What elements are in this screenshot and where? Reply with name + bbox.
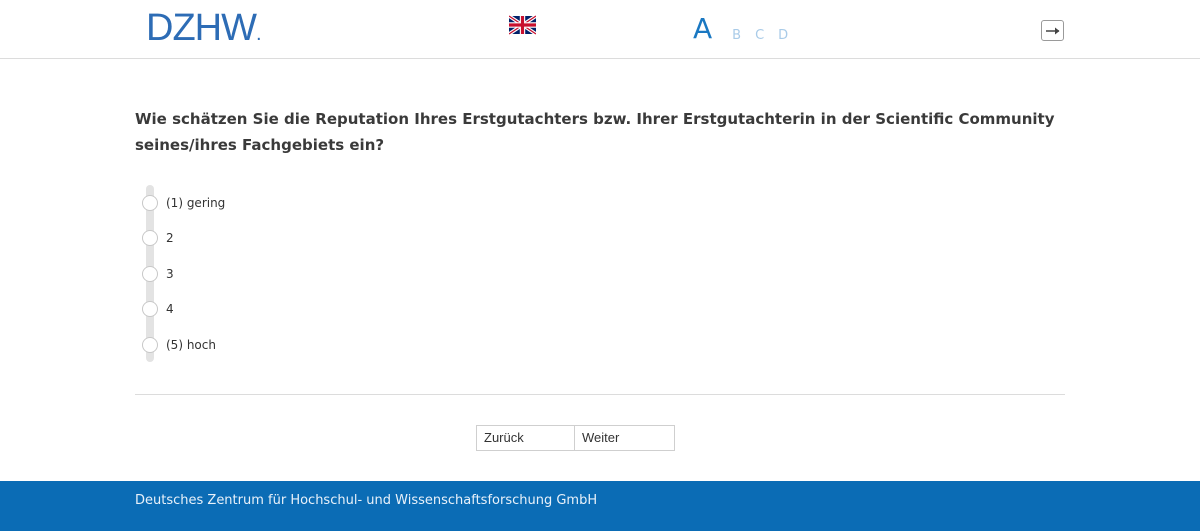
exit-button[interactable] <box>1041 20 1064 41</box>
option-label: 4 <box>166 302 174 316</box>
step-a: A <box>693 12 713 45</box>
step-c: C <box>755 28 765 43</box>
step-d: D <box>778 28 789 43</box>
step-b: B <box>732 28 742 43</box>
divider <box>135 394 1065 395</box>
uk-flag-icon[interactable] <box>508 14 537 36</box>
option-label: 2 <box>166 231 174 245</box>
section-steps: A B C D <box>693 12 802 44</box>
radio-button[interactable] <box>142 301 158 317</box>
radio-button[interactable] <box>142 337 158 353</box>
exit-arrow-icon <box>1046 27 1060 35</box>
option-4[interactable]: 4 <box>142 300 174 318</box>
radio-button[interactable] <box>142 266 158 282</box>
header: DZHW. A B C D <box>0 0 1200 59</box>
logo-dot: . <box>255 23 261 45</box>
option-1[interactable]: (1) gering <box>142 194 225 212</box>
back-button[interactable]: Zurück <box>476 425 575 451</box>
option-label: (1) gering <box>166 196 226 210</box>
option-3[interactable]: 3 <box>142 265 174 283</box>
question-text: Wie schätzen Sie die Reputation Ihres Er… <box>135 110 1055 154</box>
dzhw-logo[interactable]: DZHW. <box>146 8 261 54</box>
logo-text: DZHW <box>146 7 257 49</box>
radio-button[interactable] <box>142 230 158 246</box>
radio-button[interactable] <box>142 195 158 211</box>
option-label: 3 <box>166 267 174 281</box>
footer: Deutsches Zentrum für Hochschul- und Wis… <box>0 481 1200 531</box>
navigation-buttons: Zurück Weiter <box>476 425 675 451</box>
footer-text: Deutsches Zentrum für Hochschul- und Wis… <box>135 493 598 508</box>
option-5[interactable]: (5) hoch <box>142 336 216 354</box>
option-2[interactable]: 2 <box>142 229 174 247</box>
next-button[interactable]: Weiter <box>575 425 675 451</box>
option-label: (5) hoch <box>166 338 216 352</box>
